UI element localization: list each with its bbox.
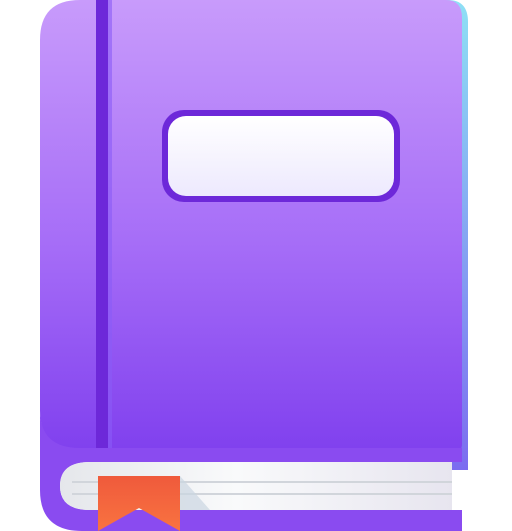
title-label xyxy=(168,116,394,196)
book-icon-canvas xyxy=(0,0,512,531)
book-icon xyxy=(40,0,468,531)
spine-line xyxy=(96,0,108,448)
spine-highlight xyxy=(108,0,112,448)
